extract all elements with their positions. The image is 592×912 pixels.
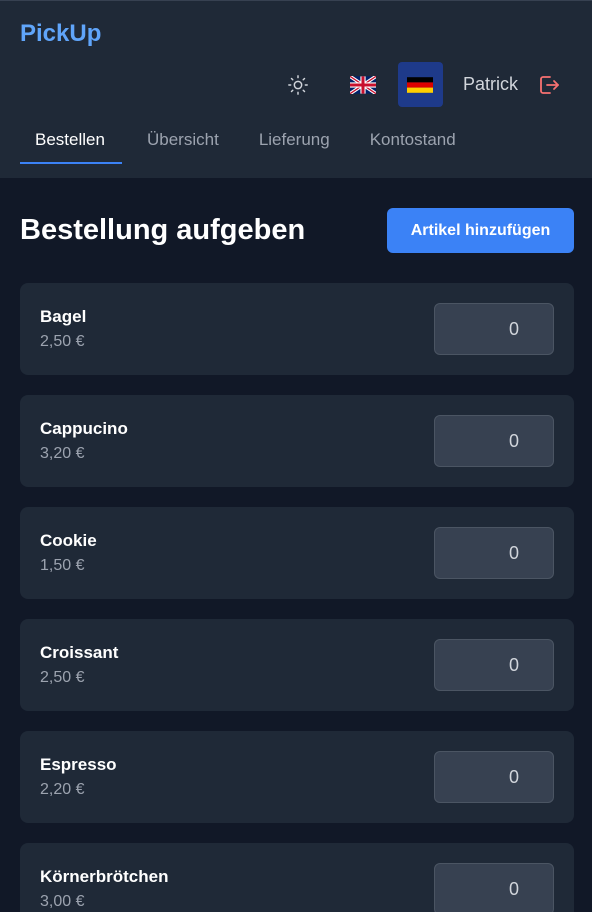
item-price: 1,50 € bbox=[40, 557, 85, 574]
logout-icon bbox=[540, 75, 559, 94]
user-name: Patrick bbox=[462, 74, 518, 94]
quantity-input[interactable] bbox=[434, 527, 554, 579]
item-list: Bagel 2,50 € Cappucino 3,20 € Cookie 1,5… bbox=[20, 283, 574, 912]
list-item: Bagel 2,50 € bbox=[20, 283, 574, 375]
germany-flag-icon bbox=[407, 76, 434, 93]
page-title: Bestellung aufgeben bbox=[20, 214, 306, 246]
list-item: Espresso 2,20 € bbox=[20, 731, 574, 823]
add-item-button[interactable]: Artikel hinzufügen bbox=[387, 208, 574, 253]
theme-toggle-button[interactable] bbox=[276, 62, 321, 107]
quantity-input[interactable] bbox=[434, 863, 554, 912]
app-logo[interactable]: PickUp bbox=[20, 20, 101, 48]
list-item: Croissant 2,50 € bbox=[20, 619, 574, 711]
tab-uebersicht[interactable]: Übersicht bbox=[132, 119, 234, 164]
quantity-input[interactable] bbox=[434, 303, 554, 355]
item-price: 2,50 € bbox=[40, 669, 85, 686]
item-name: Cookie bbox=[40, 531, 97, 550]
app-header: PickUp Patrick Bestellen Übersicht Liefe… bbox=[0, 0, 592, 178]
main-tabs: Bestellen Übersicht Lieferung Kontostand bbox=[20, 119, 481, 164]
item-price: 3,00 € bbox=[40, 893, 85, 910]
item-name: Croissant bbox=[40, 643, 119, 662]
item-name: Espresso bbox=[40, 755, 117, 774]
language-english-button[interactable] bbox=[341, 62, 386, 107]
item-name: Körnerbrötchen bbox=[40, 867, 169, 886]
quantity-input[interactable] bbox=[434, 751, 554, 803]
item-name: Bagel bbox=[40, 307, 87, 326]
quantity-input[interactable] bbox=[434, 639, 554, 691]
tab-lieferung[interactable]: Lieferung bbox=[244, 119, 345, 164]
list-item: Cookie 1,50 € bbox=[20, 507, 574, 599]
sun-icon bbox=[288, 74, 309, 95]
tab-kontostand[interactable]: Kontostand bbox=[355, 119, 471, 164]
list-item: Cappucino 3,20 € bbox=[20, 395, 574, 487]
list-item: Körnerbrötchen 3,00 € bbox=[20, 843, 574, 912]
item-name: Cappucino bbox=[40, 419, 128, 438]
language-german-button[interactable] bbox=[397, 62, 443, 107]
uk-flag-icon bbox=[350, 75, 377, 94]
logout-button[interactable] bbox=[534, 70, 564, 100]
tab-bestellen[interactable]: Bestellen bbox=[20, 119, 122, 164]
quantity-input[interactable] bbox=[434, 415, 554, 467]
header-toolbar: Patrick bbox=[276, 62, 564, 107]
item-price: 3,20 € bbox=[40, 445, 85, 462]
item-price: 2,20 € bbox=[40, 781, 85, 798]
item-price: 2,50 € bbox=[40, 333, 85, 350]
